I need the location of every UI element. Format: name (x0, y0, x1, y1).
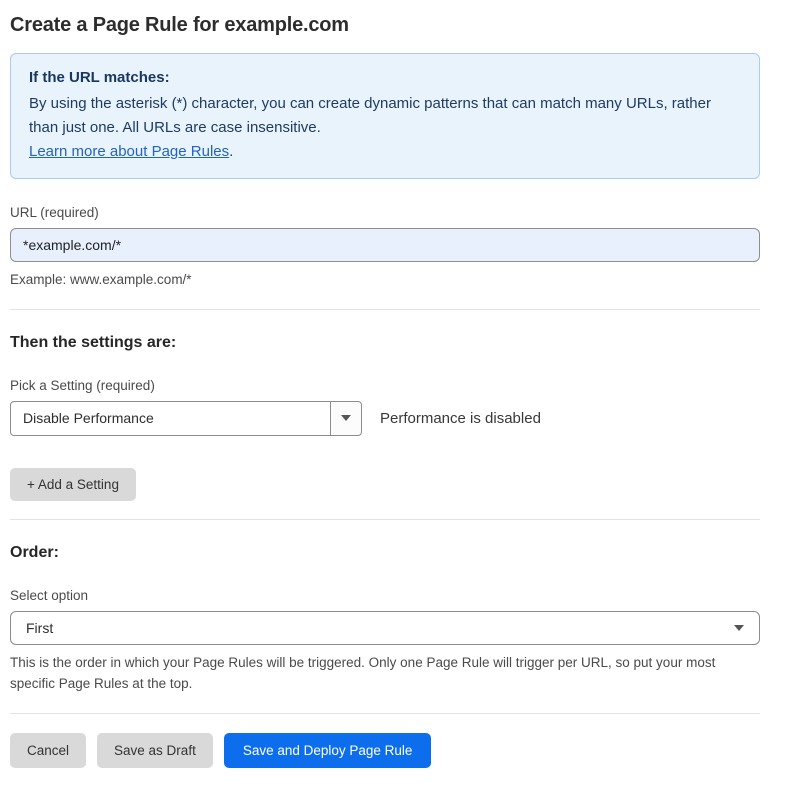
url-input[interactable] (10, 228, 760, 262)
divider (10, 309, 760, 310)
url-example-text: Example: www.example.com/* (10, 270, 760, 291)
page-title: Create a Page Rule for example.com (10, 14, 760, 37)
setting-picker-label: Pick a Setting (required) (10, 378, 760, 393)
learn-more-link[interactable]: Learn more about Page Rules (29, 143, 229, 160)
info-box-heading: If the URL matches: (29, 66, 741, 90)
link-suffix: . (229, 143, 233, 160)
cancel-button[interactable]: Cancel (10, 733, 86, 768)
chevron-down-icon (734, 625, 744, 631)
order-section-heading: Order: (10, 544, 760, 562)
setting-select-arrow-button[interactable] (330, 402, 361, 435)
setting-picker-row: Disable Performance Performance is disab… (10, 401, 760, 436)
info-box-body: By using the asterisk (*) character, you… (29, 92, 741, 140)
divider (10, 519, 760, 520)
save-draft-button[interactable]: Save as Draft (97, 733, 213, 768)
page-rule-form: Create a Page Rule for example.com If th… (0, 0, 760, 788)
info-box-link-line: Learn more about Page Rules. (29, 140, 741, 164)
order-select-value: First (26, 620, 53, 636)
add-setting-button[interactable]: + Add a Setting (10, 468, 136, 501)
settings-section-heading: Then the settings are: (10, 334, 760, 352)
order-select-label: Select option (10, 588, 760, 603)
footer-actions: Cancel Save as Draft Save and Deploy Pag… (10, 733, 760, 768)
setting-status-text: Performance is disabled (380, 410, 541, 427)
order-select[interactable]: First (10, 611, 760, 645)
url-field-label: URL (required) (10, 205, 760, 220)
setting-select-value: Disable Performance (11, 402, 330, 435)
chevron-down-icon (341, 415, 351, 421)
url-match-info-box: If the URL matches: By using the asteris… (10, 53, 760, 179)
order-help-text: This is the order in which your Page Rul… (10, 653, 755, 695)
setting-select[interactable]: Disable Performance (10, 401, 362, 436)
save-deploy-button[interactable]: Save and Deploy Page Rule (224, 733, 432, 768)
